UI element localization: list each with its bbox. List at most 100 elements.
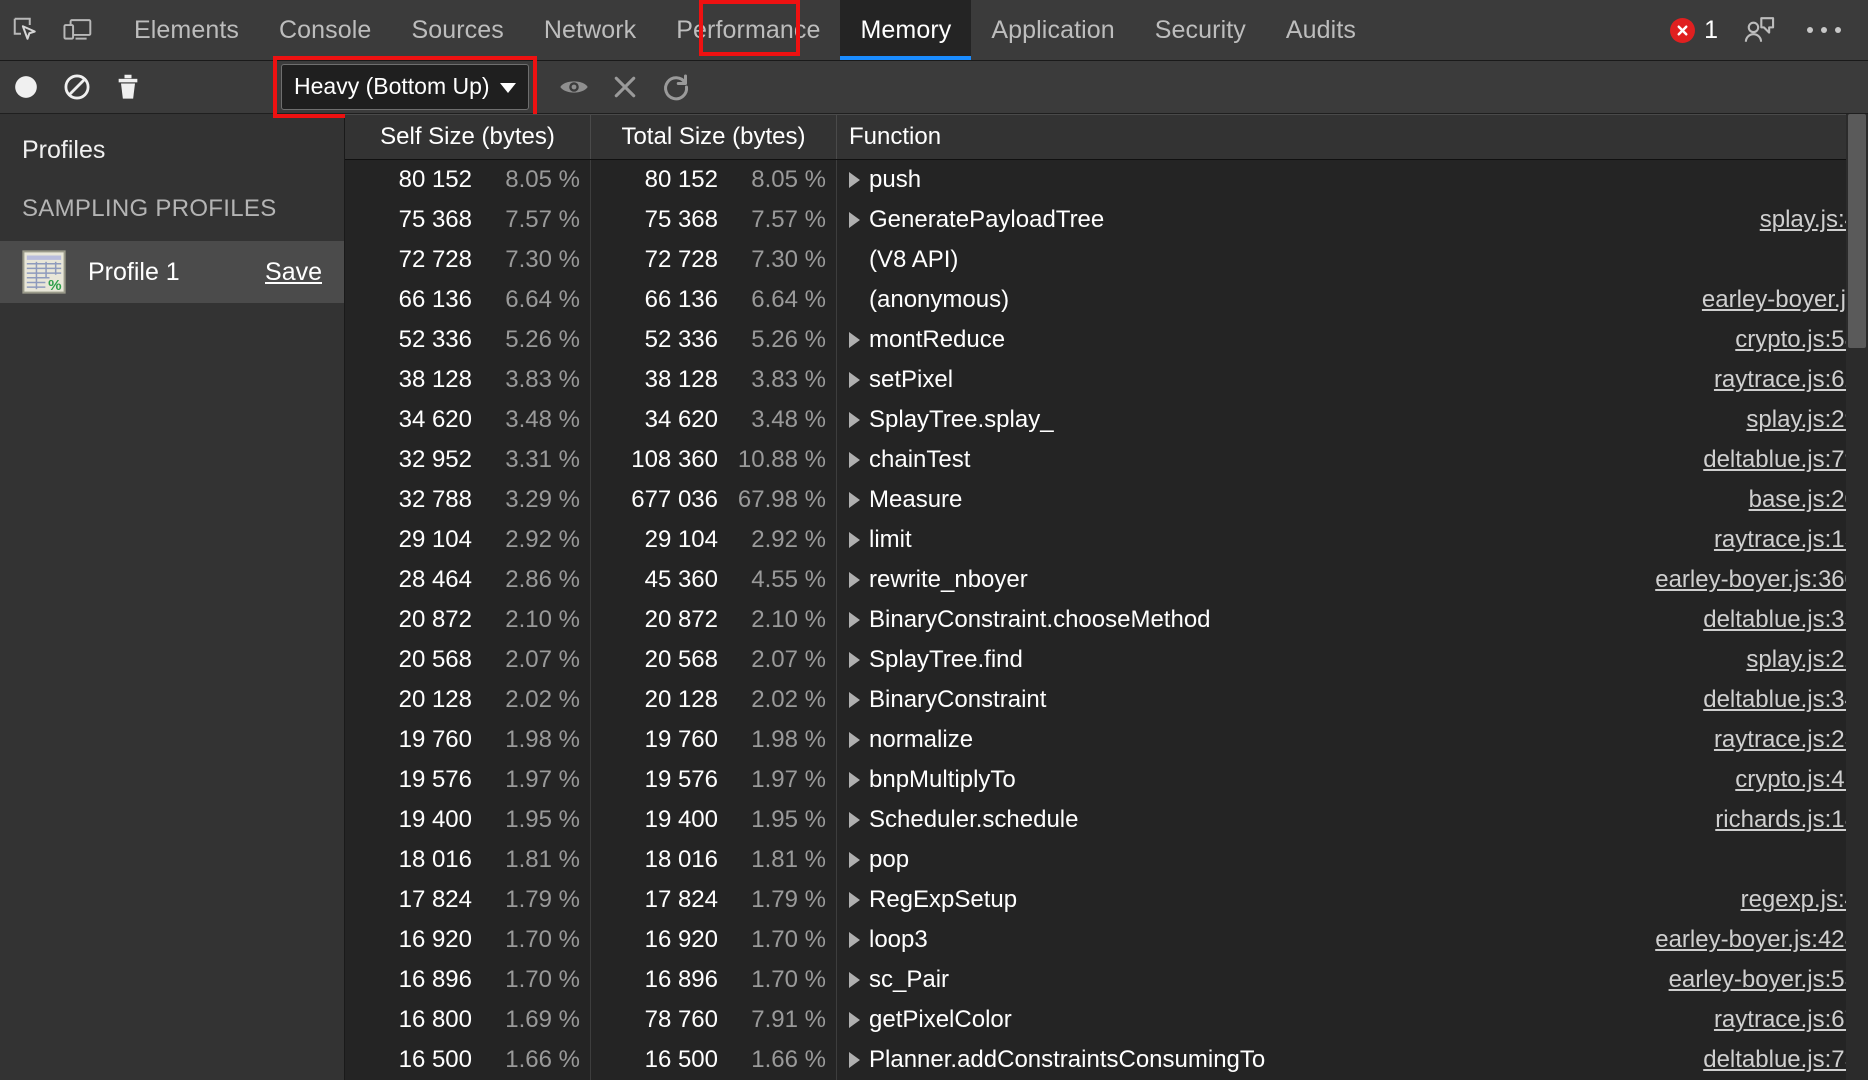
table-row[interactable]: 20 568 2.07 % 20 568 2.07 % SplayTree.find sp… <box>345 640 1868 680</box>
sidebar-item-profile-1[interactable]: % Profile 1 Save <box>0 241 344 303</box>
expand-triangle-icon[interactable] <box>849 932 860 948</box>
tab-application[interactable]: Application <box>971 0 1134 60</box>
expand-triangle-icon[interactable] <box>849 212 860 228</box>
tab-network[interactable]: Network <box>524 0 656 60</box>
source-link[interactable]: deltablue.js:73 <box>1703 1046 1868 1074</box>
tab-memory[interactable]: Memory <box>840 0 972 60</box>
refresh-restore-icon[interactable] <box>651 62 702 113</box>
tab-elements[interactable]: Elements <box>114 0 259 60</box>
function-name: bnpMultiplyTo <box>869 766 1016 793</box>
table-row[interactable]: 38 128 3.83 % 38 128 3.83 % setPixel raytrace… <box>345 360 1868 400</box>
function-name: GeneratePayloadTree <box>869 206 1105 233</box>
table-row[interactable]: 29 104 2.92 % 29 104 2.92 % limit raytrace.js… <box>345 520 1868 560</box>
table-row[interactable]: 80 152 8.05 % 80 152 8.05 % push <box>345 160 1868 200</box>
self-size-percent: 7.57 % <box>505 206 580 233</box>
table-row[interactable]: 28 464 2.86 % 45 360 4.55 % rewrite_nboyer ea… <box>345 560 1868 600</box>
column-header-total-size[interactable]: Total Size (bytes) <box>591 115 837 159</box>
more-dots <box>1807 27 1841 33</box>
record-circle-icon[interactable] <box>0 62 51 113</box>
cell-self-size: 75 368 7.57 % <box>345 200 591 240</box>
tab-audits[interactable]: Audits <box>1266 0 1376 60</box>
expand-triangle-icon[interactable] <box>849 772 860 788</box>
table-row[interactable]: 20 872 2.10 % 20 872 2.10 % BinaryConstraint… <box>345 600 1868 640</box>
table-row[interactable]: 16 800 1.69 % 78 760 7.91 % getPixelColor ray… <box>345 1000 1868 1040</box>
table-row[interactable]: 72 728 7.30 % 72 728 7.30 % (V8 API) <box>345 240 1868 280</box>
expand-triangle-icon[interactable] <box>849 332 860 348</box>
device-toolbar-icon[interactable] <box>52 1 104 59</box>
more-options-icon[interactable] <box>1796 2 1852 58</box>
feedback-person-icon[interactable] <box>1732 2 1788 58</box>
table-row[interactable]: 19 576 1.97 % 19 576 1.97 % bnpMultiplyTo cry… <box>345 760 1868 800</box>
source-link[interactable]: deltablue.js:34 <box>1703 686 1868 714</box>
table-row[interactable]: 20 128 2.02 % 20 128 2.02 % BinaryConstraint… <box>345 680 1868 720</box>
table-row[interactable]: 16 920 1.70 % 16 920 1.70 % loop3 earley-boye… <box>345 920 1868 960</box>
source-link[interactable]: earley-boyer.js:360 <box>1655 566 1868 594</box>
source-link[interactable]: raytrace.js:23 <box>1714 726 1868 754</box>
expand-triangle-icon[interactable] <box>849 372 860 388</box>
expand-triangle-icon[interactable] <box>849 172 860 188</box>
expand-triangle-icon[interactable] <box>849 1012 860 1028</box>
expand-triangle-icon[interactable] <box>849 652 860 668</box>
table-row[interactable]: 19 400 1.95 % 19 400 1.95 % Scheduler.schedu… <box>345 800 1868 840</box>
function-name: chainTest <box>869 446 971 473</box>
expand-triangle-icon[interactable] <box>849 692 860 708</box>
source-link[interactable]: raytrace.js:62 <box>1714 366 1868 394</box>
total-size-percent: 2.02 % <box>751 686 826 713</box>
tab-sources[interactable]: Sources <box>391 0 523 60</box>
total-size-value: 29 104 <box>644 526 718 553</box>
error-count-badge[interactable]: 1 <box>1664 16 1724 45</box>
expand-triangle-icon[interactable] <box>849 1052 860 1068</box>
source-link[interactable]: raytrace.js:67 <box>1714 1006 1868 1034</box>
inspect-cursor-icon[interactable] <box>0 1 52 59</box>
source-link[interactable]: deltablue.js:35 <box>1703 606 1868 634</box>
expand-triangle-icon[interactable] <box>849 972 860 988</box>
self-size-percent: 2.02 % <box>505 686 580 713</box>
source-link[interactable]: earley-boyer.js:428 <box>1655 926 1868 954</box>
close-x-icon[interactable] <box>600 62 651 113</box>
clear-ban-icon[interactable] <box>51 62 102 113</box>
table-row[interactable]: 16 896 1.70 % 16 896 1.70 % sc_Pair earley-bo… <box>345 960 1868 1000</box>
expand-triangle-icon[interactable] <box>849 612 860 628</box>
view-mode-select[interactable]: Heavy (Bottom Up) <box>281 64 529 110</box>
source-link[interactable]: earley-boyer.js <box>1702 286 1868 314</box>
table-row[interactable]: 18 016 1.81 % 18 016 1.81 % pop <box>345 840 1868 880</box>
eye-focus-icon[interactable] <box>549 62 600 113</box>
source-link[interactable]: deltablue.js:79 <box>1703 446 1868 474</box>
source-link[interactable]: raytrace.js:15 <box>1714 526 1868 554</box>
cell-self-size: 20 128 2.02 % <box>345 680 591 720</box>
expand-triangle-icon[interactable] <box>849 852 860 868</box>
tab-label: Security <box>1154 15 1246 44</box>
table-row[interactable]: 34 620 3.48 % 34 620 3.48 % SplayTree.splay_… <box>345 400 1868 440</box>
table-row[interactable]: 19 760 1.98 % 19 760 1.98 % normalize raytrac… <box>345 720 1868 760</box>
column-header-function[interactable]: Function <box>837 115 1868 159</box>
table-row[interactable]: 66 136 6.64 % 66 136 6.64 % (anonymous) earle… <box>345 280 1868 320</box>
expand-triangle-icon[interactable] <box>849 732 860 748</box>
tab-security[interactable]: Security <box>1135 0 1266 60</box>
table-row[interactable]: 32 952 3.31 % 108 360 10.88 % chainTest delta… <box>345 440 1868 480</box>
column-header-self-size[interactable]: Self Size (bytes) <box>345 115 591 159</box>
vertical-scrollbar[interactable] <box>1846 114 1868 1080</box>
self-size-value: 20 128 <box>398 686 472 713</box>
expand-triangle-icon[interactable] <box>849 452 860 468</box>
expand-triangle-icon[interactable] <box>849 492 860 508</box>
table-row[interactable]: 17 824 1.79 % 17 824 1.79 % RegExpSetup regex… <box>345 880 1868 920</box>
cell-function: BinaryConstraint.chooseMethod deltablue.j… <box>837 600 1868 640</box>
expand-triangle-icon[interactable] <box>849 412 860 428</box>
expand-triangle-icon[interactable] <box>849 572 860 588</box>
source-link[interactable]: earley-boyer.js:53 <box>1669 966 1868 994</box>
trash-icon[interactable] <box>102 62 153 113</box>
panel-body: Profiles SAMPLING PROFILES % Profile 1 S… <box>0 114 1868 1080</box>
tab-console[interactable]: Console <box>259 0 391 60</box>
expand-triangle-icon[interactable] <box>849 812 860 828</box>
profile-save-link[interactable]: Save <box>265 258 322 287</box>
function-name: (V8 API) <box>869 246 959 273</box>
tab-performance[interactable]: Performance <box>656 0 840 60</box>
vertical-scrollbar-thumb[interactable] <box>1848 114 1866 348</box>
table-row[interactable]: 75 368 7.57 % 75 368 7.57 % GeneratePayloadT… <box>345 200 1868 240</box>
cell-self-size: 20 872 2.10 % <box>345 600 591 640</box>
table-row[interactable]: 16 500 1.66 % 16 500 1.66 % Planner.addConst… <box>345 1040 1868 1080</box>
expand-triangle-icon[interactable] <box>849 532 860 548</box>
table-row[interactable]: 32 788 3.29 % 677 036 67.98 % Measure base.js… <box>345 480 1868 520</box>
table-row[interactable]: 52 336 5.26 % 52 336 5.26 % montReduce crypto… <box>345 320 1868 360</box>
expand-triangle-icon[interactable] <box>849 892 860 908</box>
